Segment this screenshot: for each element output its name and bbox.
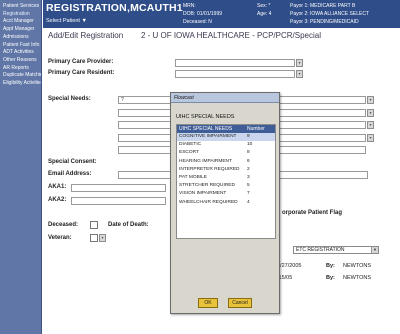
primary-resident-lookup-button[interactable]: ▾ xyxy=(296,70,303,78)
primary-care-provider-label: Primary Care Provider: xyxy=(48,59,114,65)
deceased-label: Deceased: xyxy=(48,222,79,228)
aka2-field[interactable] xyxy=(71,197,166,205)
table-header: UIHC SPECIAL NEEDS Number xyxy=(177,125,275,133)
row-number: 7 xyxy=(247,191,250,197)
special-needs-lookup-button-1[interactable]: ▾ xyxy=(367,96,374,104)
row-number: 6 xyxy=(247,158,250,164)
updated-by-value: NEWTONS xyxy=(343,275,372,281)
row-name: STRETCHER REQUIRED xyxy=(179,183,235,189)
row-number: 5 xyxy=(247,183,250,189)
select-patient-dropdown[interactable]: Select Patient ▼ xyxy=(46,18,87,24)
created-date: 7/27/2005 xyxy=(277,263,302,269)
row-number: 9 xyxy=(247,134,250,139)
table-row[interactable]: PAT MOBILE 3 xyxy=(177,174,275,182)
sidebar-item-ar-reports[interactable]: AR Reports xyxy=(0,65,41,73)
row-number: 2 xyxy=(247,166,250,172)
page-title-text: Add/Edit Registration xyxy=(48,31,124,40)
sidebar-item-registration[interactable]: Registration xyxy=(0,11,41,19)
table-row[interactable]: INTERPRETER REQUIRED 2 xyxy=(177,166,275,174)
chevron-down-icon[interactable]: ▼ xyxy=(371,247,378,253)
dob-label: DOB: xyxy=(183,11,196,17)
payor-3: Payor 3: PENDING/MEDICAID xyxy=(290,19,359,25)
page-subtitle: 2 - U OF IOWA HEALTHCARE - PCP/PCR/Speci… xyxy=(140,31,321,40)
row-number: 8 xyxy=(247,150,250,156)
sidebar-item-duplicate-matching[interactable]: Duplicate Matching xyxy=(0,72,41,80)
column-header-number[interactable]: Number xyxy=(245,125,275,133)
ok-button[interactable]: OK xyxy=(198,298,218,308)
table-row[interactable]: COGNITIVE IMPAIRMENT 9 xyxy=(177,133,275,142)
patient-name: REGISTRATION,MCAUTH1 xyxy=(46,2,183,14)
sidebar-item-acct-manager[interactable]: Acct Manager xyxy=(0,18,41,26)
special-needs-lookup-button-4[interactable]: ▾ xyxy=(367,134,374,142)
table-row[interactable]: DIABETIC 10 xyxy=(177,141,275,149)
patient-banner: REGISTRATION,MCAUTH1 Select Patient ▼ MR… xyxy=(43,0,400,28)
sidebar-item-patient-services[interactable]: Patient Services xyxy=(0,3,41,11)
deceased-checkbox[interactable] xyxy=(90,221,98,229)
payor-1: Payor 1: MEDICARE PART B xyxy=(290,3,356,9)
special-needs-label: Special Needs: xyxy=(48,96,91,102)
aka1-label: AKA1: xyxy=(48,184,67,190)
row-name: WHEELCHAIR REQUIRED xyxy=(179,199,238,205)
page-title: Add/Edit Registration 2 - U OF IOWA HEAL… xyxy=(48,31,321,40)
mrn-label: MRN: xyxy=(183,3,196,9)
primary-provider-lookup-button[interactable]: ▾ xyxy=(296,59,303,67)
created-by-label: By: xyxy=(326,263,335,269)
column-header-name[interactable]: UIHC SPECIAL NEEDS xyxy=(177,125,245,133)
veteran-label: Veteran: xyxy=(48,235,72,241)
primary-care-resident-label: Primary Care Resident: xyxy=(48,70,115,76)
special-needs-lookup-button-3[interactable]: ▾ xyxy=(367,121,374,129)
sidebar: Patient Services Registration Acct Manag… xyxy=(0,0,42,334)
sidebar-item-appt-manager[interactable]: Appt Manager xyxy=(0,26,41,34)
row-name: ESCORT xyxy=(179,150,199,156)
row-number: 4 xyxy=(247,199,250,205)
email-address-label: Email Address: xyxy=(48,171,92,177)
row-name: VISION IMPAIRMENT xyxy=(179,191,227,197)
row-name: INTERPRETER REQUIRED xyxy=(179,166,240,172)
app-window: Patient Services Registration Acct Manag… xyxy=(0,0,400,334)
sex-value: Sex: * xyxy=(257,3,271,9)
payor-2: Payor 2: IOWA ALLIANCE SELECT xyxy=(290,11,370,17)
cancel-button[interactable]: Cancel xyxy=(228,298,252,308)
row-name: DIABETIC xyxy=(179,142,202,148)
sidebar-item-other-reasons[interactable]: Other Reasons xyxy=(0,57,41,65)
row-name: PAT MOBILE xyxy=(179,174,207,180)
row-number: 3 xyxy=(247,174,250,180)
corporate-patient-flag-label: orporate Patient Flag xyxy=(282,210,343,216)
veteran-dropdown-button[interactable]: ▾ xyxy=(99,234,106,242)
sidebar-item-adt-activities[interactable]: ADT Activities xyxy=(0,49,41,57)
created-by-value: NEWTONS xyxy=(343,263,372,269)
aka1-field[interactable] xyxy=(71,184,166,192)
veteran-dropdown[interactable] xyxy=(90,234,98,242)
table-row[interactable]: VISION IMPAIRMENT 7 xyxy=(177,190,275,198)
table-row[interactable]: WHEELCHAIR REQUIRED 4 xyxy=(177,199,275,207)
sidebar-item-admissions[interactable]: Admissions xyxy=(0,34,41,42)
special-needs-lookup-button-2[interactable]: ▾ xyxy=(367,109,374,117)
dob-value: 01/01/1999 xyxy=(197,11,223,17)
special-needs-table: UIHC SPECIAL NEEDS Number COGNITIVE IMPA… xyxy=(176,124,276,239)
registration-type-select[interactable]: ETC REGISTRATION ▼ xyxy=(293,246,379,254)
row-name: HEARING IMPAIRMENT xyxy=(179,158,232,164)
sidebar-item-eligibility-activities[interactable]: Eligibility Activities xyxy=(0,80,41,88)
table-row[interactable]: STRETCHER REQUIRED 5 xyxy=(177,182,275,190)
primary-care-resident-field[interactable] xyxy=(175,70,295,78)
row-name: COGNITIVE IMPAIRMENT xyxy=(179,134,237,139)
sidebar-item-patient-fast-info[interactable]: Patient Fast Info xyxy=(0,42,41,50)
aka2-label: AKA2: xyxy=(48,197,67,203)
registration-type-value: ETC REGISTRATION xyxy=(296,247,345,253)
primary-care-provider-field[interactable] xyxy=(175,59,295,67)
table-row[interactable]: HEARING IMPAIRMENT 6 xyxy=(177,158,275,166)
deceased-value: Deceased: N xyxy=(183,19,212,25)
updated-by-label: By: xyxy=(326,275,335,281)
date-of-death-label: Date of Death: xyxy=(108,222,149,228)
special-consent-label: Special Consent: xyxy=(48,159,97,165)
table-row[interactable]: ESCORT 8 xyxy=(177,149,275,157)
row-number: 10 xyxy=(247,142,253,148)
age-value: Age: 4 xyxy=(257,11,272,17)
special-needs-popup: Flowcast UIHC SPECIAL NEEDS UIHC SPECIAL… xyxy=(170,92,280,314)
popup-title[interactable]: Flowcast xyxy=(171,93,279,103)
popup-list-title: UIHC SPECIAL NEEDS xyxy=(176,114,235,120)
